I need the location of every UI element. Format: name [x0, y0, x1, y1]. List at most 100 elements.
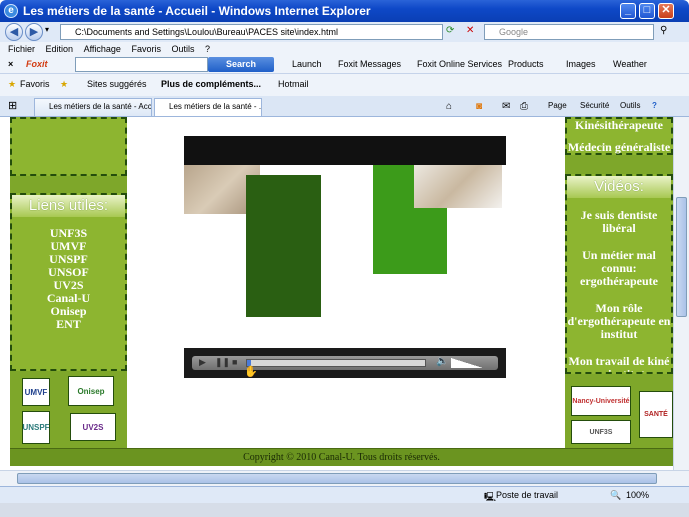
status-bar: 🖳 Poste de travail 🔍 100% — [0, 486, 689, 503]
home-icon[interactable]: ⌂ — [446, 101, 452, 112]
tab-label: Les métiers de la santé - ... — [169, 102, 262, 111]
window-titlebar: e Les métiers de la santé - Accueil - Wi… — [0, 0, 689, 22]
foxit-images[interactable]: Images — [566, 59, 596, 69]
foxit-logo: Foxit — [26, 59, 48, 69]
tab-accueil-1[interactable]: Les métiers de la santé - Acc... — [34, 98, 152, 116]
toolbar-close-icon[interactable]: × — [8, 59, 13, 69]
video-top-bar — [184, 136, 506, 165]
zoom-level[interactable]: 100% — [626, 490, 649, 500]
taskbar-strip — [0, 503, 689, 517]
seek-bar[interactable] — [246, 359, 426, 367]
foxit-messages[interactable]: Foxit Messages — [338, 59, 401, 69]
right-sidebar: Kinésithérapeute Médecin généraliste Vid… — [565, 117, 673, 448]
tab-accueil-2[interactable]: Les métiers de la santé - ... — [154, 98, 262, 116]
mail-icon[interactable]: ✉ — [502, 101, 510, 112]
add-favorite-icon[interactable]: ★ — [60, 79, 68, 90]
logo-uv2s[interactable]: UV2S — [70, 413, 116, 441]
forward-icon[interactable]: ▶ — [25, 23, 43, 41]
foxit-weather[interactable]: Weather — [613, 59, 647, 69]
seek-handle-icon[interactable]: ✋ — [244, 365, 258, 378]
volume-slider[interactable] — [451, 358, 491, 368]
video-link-ergotherapeute[interactable]: Un métier mal connu: ergothérapeute — [567, 249, 671, 288]
favorites-star-icon[interactable]: ★ — [8, 79, 16, 90]
videos-box: Vidéos: Je suis dentiste libéral Un méti… — [565, 174, 673, 374]
right-top-box: Kinésithérapeute Médecin généraliste — [565, 117, 673, 155]
command-outils[interactable]: Outils — [620, 101, 640, 110]
vertical-scrollbar[interactable] — [673, 117, 689, 470]
close-button[interactable]: ✕ — [658, 3, 674, 19]
tab-bar: ⊞ Les métiers de la santé - Acc... Les m… — [0, 96, 689, 117]
logo-onisep[interactable]: Onisep — [68, 376, 114, 406]
video-link-ergo-institut[interactable]: Mon rôle d'ergothérapeute en institut — [567, 302, 671, 341]
videos-list: Je suis dentiste libéral Un métier mal c… — [567, 209, 671, 373]
foxit-search-label: Search — [225, 59, 257, 69]
top-video-links: Kinésithérapeute Médecin généraliste — [567, 119, 671, 154]
minimize-button[interactable]: _ — [620, 3, 636, 19]
history-dropdown-icon[interactable]: ▾ — [45, 25, 49, 34]
stop-icon[interactable]: ✕ — [466, 25, 474, 36]
video-block-dark — [246, 175, 321, 317]
foxit-toolbar: × Foxit Search Launch Foxit Messages Fox… — [0, 56, 689, 74]
menu-affichage[interactable]: Affichage — [84, 42, 121, 56]
more-addons[interactable]: Plus de compléments... — [161, 79, 261, 89]
tab-label: Les métiers de la santé - Acc... — [49, 102, 152, 111]
address-input[interactable]: C:\Documents and Settings\Loulou\Bureau\… — [60, 24, 443, 40]
quick-tabs-icon[interactable]: ⊞ — [8, 99, 17, 112]
search-input[interactable]: Google — [484, 24, 654, 40]
menu-fichier[interactable]: Fichier — [8, 42, 35, 56]
link-kinesitherapeute[interactable]: Kinésithérapeute — [567, 119, 671, 132]
useful-links-box: Liens utiles: UNF3S UMVF UNSPF UNSOF UV2… — [10, 193, 127, 371]
back-icon[interactable]: ◀ — [5, 23, 23, 41]
zoom-icon[interactable]: 🔍 — [610, 490, 621, 501]
command-securite[interactable]: Sécurité — [580, 101, 609, 110]
foxit-search-button[interactable]: Search — [208, 57, 274, 72]
logo-unf3s[interactable]: UNF3S — [571, 420, 631, 444]
logo-unspf[interactable]: UNSPF — [22, 411, 50, 444]
left-sidebar: Liens utiles: UNF3S UMVF UNSPF UNSOF UV2… — [10, 117, 127, 448]
useful-links-header: Liens utiles: — [12, 195, 125, 217]
link-ent[interactable]: ENT — [12, 318, 125, 331]
menu-outils[interactable]: Outils — [172, 42, 195, 56]
menu-edition[interactable]: Edition — [46, 42, 74, 56]
logo-sante[interactable]: SANTÉ — [639, 391, 673, 438]
address-row: ◀ ▶ ▾ C:\Documents and Settings\Loulou\B… — [0, 22, 689, 42]
menu-bar: Fichier Edition Affichage Favoris Outils… — [0, 42, 689, 56]
window-title: Les métiers de la santé - Accueil - Wind… — [23, 4, 371, 18]
link-medecin-generaliste[interactable]: Médecin généraliste — [567, 141, 671, 154]
volume-level — [451, 358, 483, 368]
horizontal-scrollbar[interactable] — [0, 470, 689, 486]
menu-favoris[interactable]: Favoris — [131, 42, 161, 56]
zone-label: Poste de travail — [496, 490, 559, 500]
search-go-icon[interactable]: ⚲ — [660, 25, 667, 36]
logo-umvf[interactable]: UMVF — [22, 378, 50, 406]
left-top-box — [10, 117, 127, 176]
command-page[interactable]: Page — [548, 101, 567, 110]
help-icon[interactable]: ? — [652, 101, 657, 110]
foxit-launch[interactable]: Launch — [292, 59, 322, 69]
volume-icon[interactable]: 🔈 — [436, 356, 448, 367]
foxit-search-input[interactable] — [75, 57, 208, 72]
video-link-kine-institut[interactable]: Mon travail de kiné en institut — [567, 355, 671, 373]
video-thumbnail-right — [414, 165, 502, 208]
hscroll-thumb[interactable] — [17, 473, 657, 484]
stop-icon-player[interactable]: ■ — [232, 357, 237, 367]
video-link-dentiste[interactable]: Je suis dentiste libéral — [567, 209, 671, 235]
suggested-sites[interactable]: Sites suggérés — [87, 79, 147, 89]
maximize-button[interactable]: □ — [639, 3, 655, 19]
rss-icon[interactable]: ◙ — [476, 101, 482, 112]
foxit-online-services[interactable]: Foxit Online Services — [417, 59, 502, 69]
foxit-products[interactable]: Products — [508, 59, 544, 69]
favorites-label[interactable]: Favoris — [20, 79, 50, 89]
menu-help[interactable]: ? — [205, 42, 210, 56]
logo-nancy-universite[interactable]: Nancy-Université — [571, 386, 631, 416]
useful-links-list: UNF3S UMVF UNSPF UNSOF UV2S Canal-U Onis… — [12, 227, 125, 331]
hotmail-link[interactable]: Hotmail — [278, 79, 309, 89]
play-icon[interactable]: ▶ — [199, 357, 206, 368]
print-icon[interactable]: ⎙ — [520, 101, 528, 112]
refresh-icon[interactable]: ⟳ — [446, 25, 454, 36]
scroll-thumb[interactable] — [676, 197, 687, 317]
ie-icon: e — [4, 4, 18, 18]
videos-header: Vidéos: — [567, 176, 671, 198]
page-content: Liens utiles: UNF3S UMVF UNSPF UNSOF UV2… — [0, 117, 673, 470]
pause-icon[interactable]: ❚❚ — [215, 357, 230, 368]
